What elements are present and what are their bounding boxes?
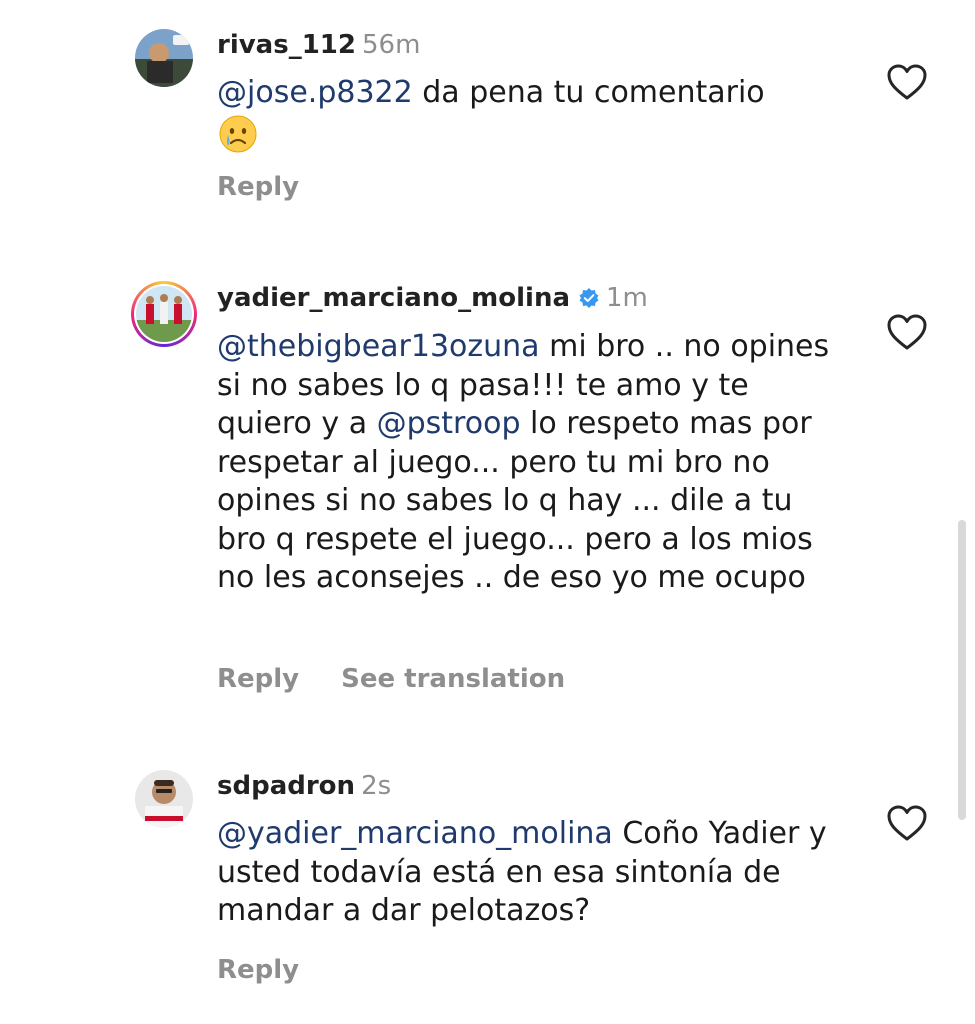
avatar[interactable] — [135, 29, 193, 87]
comment-text: @jose.p8322 da pena tu comentario — [217, 74, 837, 159]
username[interactable]: yadier_marciano_molina — [217, 283, 570, 313]
timestamp: 1m — [606, 283, 648, 313]
reply-button[interactable]: Reply — [217, 172, 299, 202]
mention-link[interactable]: @pstroop — [377, 406, 521, 441]
crying-face-emoji-icon — [217, 113, 259, 155]
comment-actions: Reply See translation — [217, 664, 565, 694]
avatar[interactable] — [131, 281, 197, 347]
comment-actions: Reply — [217, 955, 299, 985]
reply-button[interactable]: Reply — [217, 955, 299, 985]
scrollbar[interactable] — [958, 520, 966, 820]
like-heart-icon[interactable] — [885, 312, 929, 352]
avatar[interactable] — [135, 770, 193, 828]
username[interactable]: sdpadron — [217, 771, 355, 801]
mention-link[interactable]: @jose.p8322 — [217, 75, 413, 110]
see-translation-button[interactable]: See translation — [341, 664, 565, 694]
comment-header: rivas_112 56m — [217, 30, 420, 60]
comment-body: da pena tu comentario — [412, 75, 765, 110]
timestamp: 2s — [361, 771, 392, 801]
mention-link[interactable]: @thebigbear13ozuna — [217, 329, 540, 364]
timestamp: 56m — [361, 30, 421, 60]
reply-button[interactable]: Reply — [217, 664, 299, 694]
like-heart-icon[interactable] — [885, 62, 929, 102]
comment-actions: Reply — [217, 172, 299, 202]
verified-badge-icon — [578, 286, 600, 308]
comment-text: @yadier_marciano_molina Coño Yadier y us… — [217, 815, 837, 931]
comment-header: sdpadron 2s — [217, 771, 391, 801]
username[interactable]: rivas_112 — [217, 30, 356, 60]
like-heart-icon[interactable] — [885, 803, 929, 843]
comment-text: @thebigbear13ozuna mi bro .. no opines s… — [217, 328, 837, 598]
comment-header: yadier_marciano_molina 1m — [217, 283, 648, 313]
mention-link[interactable]: @yadier_marciano_molina — [217, 816, 613, 851]
